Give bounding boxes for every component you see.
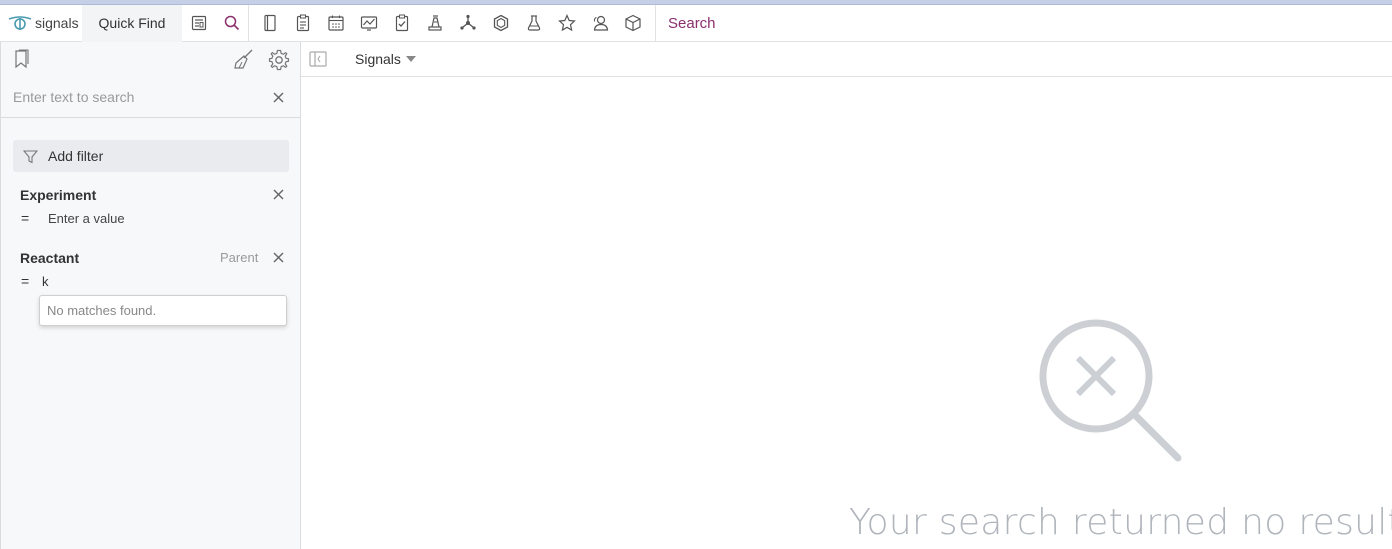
molecule-icon[interactable] [451,5,484,42]
add-filter-label: Add filter [48,148,104,164]
filter-title-experiment: Experiment [20,187,97,203]
chart-icon[interactable] [352,5,385,42]
reactant-value-input[interactable]: k [42,274,49,289]
panel-toggle-icon[interactable] [309,51,327,72]
no-matches-message: No matches found. [47,303,157,318]
clipboard-icon[interactable] [286,5,319,42]
signals-logo-icon [8,16,32,30]
quick-find-button[interactable]: Quick Find [82,4,182,42]
clear-filters-icon[interactable] [233,49,255,74]
cube-icon[interactable] [616,5,649,42]
autocomplete-dropdown: No matches found. [39,295,287,326]
search-icon[interactable] [215,5,248,42]
reports-icon[interactable] [182,5,215,42]
experiment-value-input[interactable]: Enter a value [48,211,125,226]
filter-title-reactant: Reactant [20,250,80,266]
no-results-icon [1036,316,1186,471]
checklist-icon[interactable] [385,5,418,42]
filter-icon [23,149,38,163]
hexagon-icon[interactable] [484,5,517,42]
main-header: Signals [301,42,1392,77]
sidebar-search-input[interactable] [1,76,271,118]
clear-search-icon[interactable] [270,89,286,105]
app-logo[interactable]: signals [0,5,82,42]
filter-sidebar: Add filter Experiment = Enter a value Re… [0,42,301,549]
chevron-down-icon [405,56,416,62]
remove-reactant-filter-icon[interactable] [270,249,286,265]
top-toolbar: signals Quick Find Search [0,4,1392,42]
parent-toggle[interactable]: Parent [220,250,258,265]
lab-icon[interactable] [418,5,451,42]
users-icon[interactable] [583,5,616,42]
sidebar-search [1,76,300,118]
filter-operator: = [21,210,30,226]
calendar-icon[interactable] [319,5,352,42]
empty-results-message: Your search returned no results. [849,502,1392,543]
star-icon[interactable] [550,5,583,42]
search-link[interactable]: Search [656,15,716,32]
bookmark-icon[interactable] [13,49,31,74]
filter-operator: = [21,273,30,289]
main-title: Signals [355,51,401,67]
signals-dropdown[interactable]: Signals [355,51,416,67]
remove-experiment-filter-icon[interactable] [270,186,286,202]
sidebar-toolbar [1,42,300,76]
gear-icon[interactable] [268,49,290,76]
app-name: signals [35,15,79,31]
notebook-icon[interactable] [253,5,286,42]
add-filter-button[interactable]: Add filter [13,140,289,172]
flask-icon[interactable] [517,5,550,42]
